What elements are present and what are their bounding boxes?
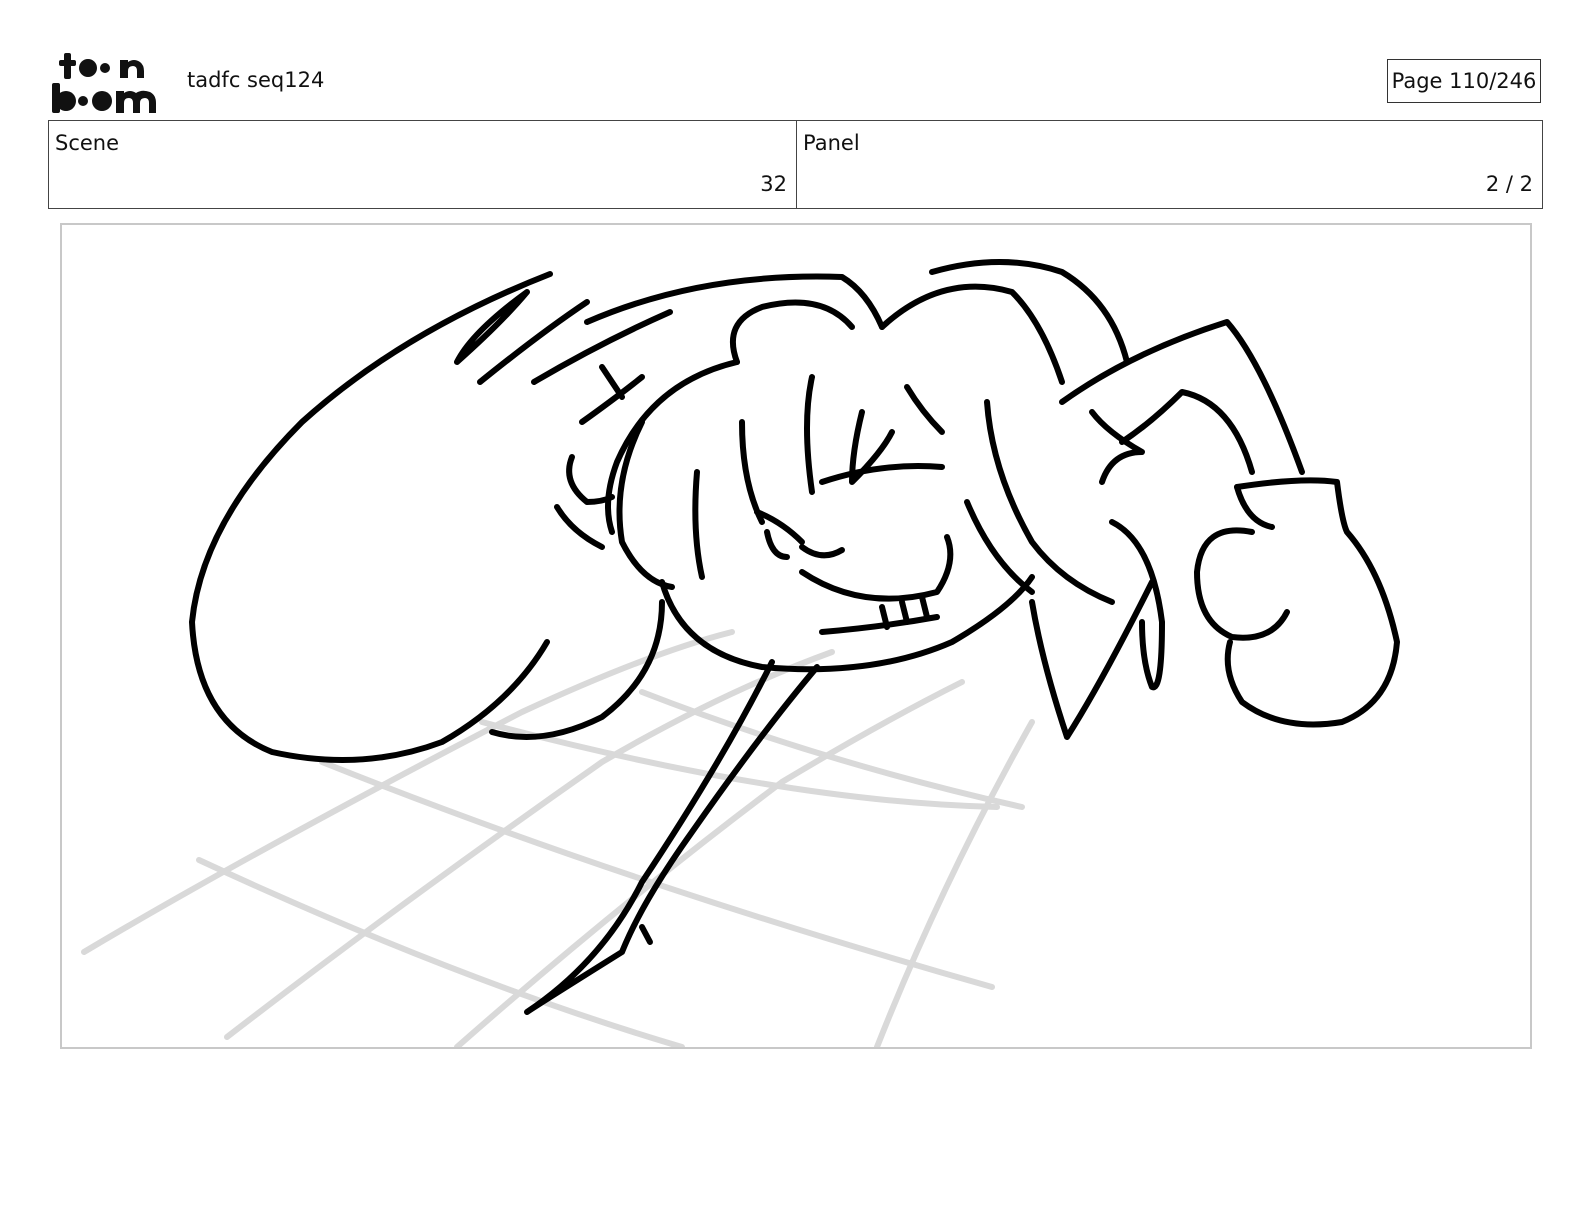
scene-panel-info-table: Scene 32 Panel 2 / 2 [48, 120, 1543, 209]
page-indicator-label: Page 110/246 [1391, 69, 1537, 93]
scene-cell: Scene 32 [49, 121, 797, 208]
page-indicator: Page 110/246 [1387, 59, 1541, 103]
scene-number: 32 [760, 172, 787, 196]
panel-label: Panel [803, 131, 860, 155]
scene-label: Scene [55, 131, 120, 155]
project-title: tadfc seq124 [187, 68, 325, 92]
panel-cell: Panel 2 / 2 [797, 121, 1542, 208]
panel-number: 2 / 2 [1485, 172, 1533, 196]
character-sketch [189, 259, 1400, 1015]
storyboard-panel-frame [60, 223, 1532, 1049]
storyboard-sketch [81, 259, 1400, 1047]
floor-grid [81, 629, 1035, 1047]
toon-boom-logo [52, 53, 156, 113]
